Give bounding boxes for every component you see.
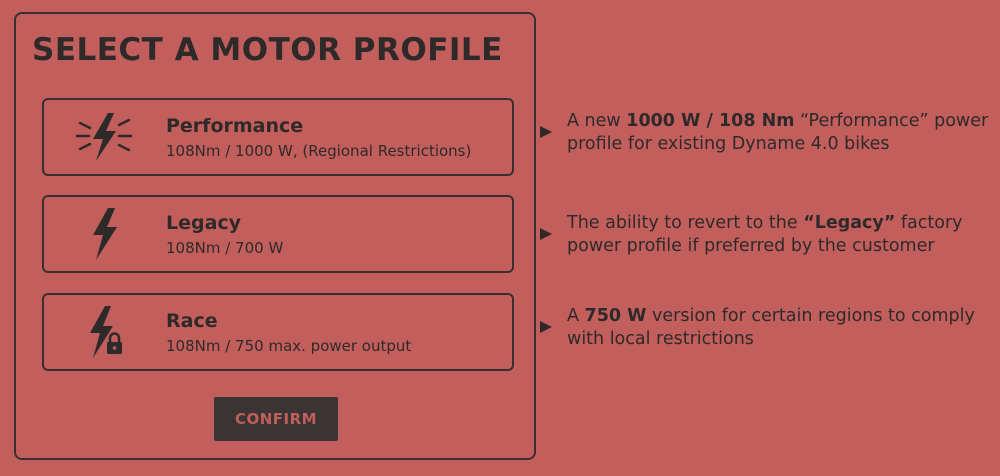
note-text-bold: 750 W — [584, 306, 647, 326]
profile-option-race[interactable]: Race 108Nm / 750 max. power output — [42, 293, 514, 371]
lightning-burst-icon — [74, 109, 134, 165]
arrow-right-icon — [540, 126, 552, 138]
note-text: A 750 W version for certain regions to c… — [567, 305, 997, 351]
note-text: The ability to revert to the “Legacy” fa… — [567, 212, 997, 258]
arrow-right-icon — [540, 321, 552, 333]
note-text-pre: The ability to revert to the — [567, 213, 804, 233]
profile-name: Legacy — [166, 212, 242, 234]
note-text: A new 1000 W / 108 Nm “Performance” powe… — [567, 110, 997, 156]
profile-option-performance[interactable]: Performance 108Nm / 1000 W, (Regional Re… — [42, 98, 514, 176]
lightning-lock-icon — [74, 304, 134, 360]
arrow-right-icon — [540, 228, 552, 240]
motor-profile-panel: SELECT A MOTOR PROFILE Performance 108Nm… — [14, 12, 536, 460]
profile-description: 108Nm / 1000 W, (Regional Restrictions) — [166, 142, 472, 160]
profile-description: 108Nm / 700 W — [166, 239, 284, 257]
profile-option-legacy[interactable]: Legacy 108Nm / 700 W — [42, 195, 514, 273]
note-text-bold: 1000 W / 108 Nm — [626, 111, 795, 131]
profile-description: 108Nm / 750 max. power output — [166, 337, 412, 355]
note-text-bold: “Legacy” — [803, 213, 896, 233]
note-text-pre: A — [567, 306, 585, 326]
note-text-pre: A new — [567, 111, 627, 131]
profile-name: Race — [166, 310, 218, 332]
panel-title: SELECT A MOTOR PROFILE — [32, 32, 503, 68]
profile-name: Performance — [166, 115, 304, 137]
confirm-button[interactable]: CONFIRM — [214, 397, 338, 441]
lightning-icon — [74, 206, 134, 262]
